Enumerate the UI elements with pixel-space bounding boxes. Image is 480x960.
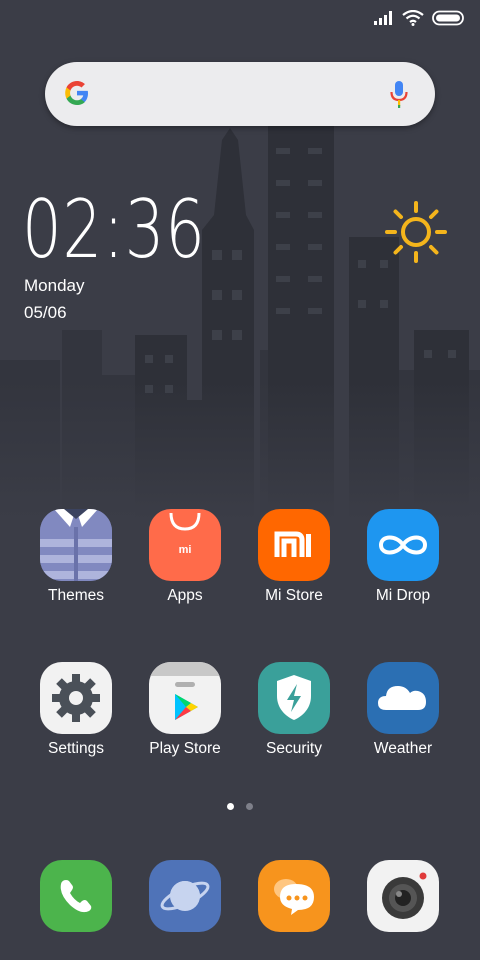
camera-icon (367, 860, 439, 932)
app-settings[interactable]: Settings (21, 662, 131, 758)
app-security[interactable]: Security (239, 662, 349, 758)
page-dot[interactable] (246, 803, 253, 810)
app-label: Weather (373, 740, 433, 757)
settings-icon (40, 662, 112, 734)
dock-phone[interactable] (21, 860, 131, 932)
app-label: Themes (48, 587, 104, 604)
battery-icon (432, 10, 464, 26)
app-mi-store[interactable]: Mi Store (239, 509, 349, 605)
google-search-bar[interactable] (45, 62, 435, 126)
app-themes[interactable]: Themes (21, 509, 131, 605)
apps-icon: mi (149, 509, 221, 581)
dock-browser[interactable] (130, 860, 240, 932)
sun-icon[interactable] (384, 200, 448, 264)
app-label: Apps (167, 587, 203, 604)
app-play-store[interactable]: Play Store (130, 662, 240, 758)
mic-icon[interactable] (389, 79, 409, 109)
page-dot-active[interactable] (227, 803, 234, 810)
browser-icon (149, 860, 221, 932)
app-label: Settings (47, 740, 104, 757)
dock-camera[interactable] (348, 860, 458, 932)
page-indicator[interactable] (0, 803, 480, 810)
app-weather[interactable]: Weather (348, 662, 458, 758)
play-store-icon (149, 662, 221, 734)
mi-drop-icon (367, 509, 439, 581)
google-logo-icon (65, 81, 88, 105)
mi-store-icon (258, 509, 330, 581)
mi-logo-text: mi (179, 544, 192, 556)
clock-date: 05/06 (24, 303, 67, 322)
weather-icon (367, 662, 439, 734)
app-label: Mi Drop (375, 587, 431, 604)
app-label: Mi Store (265, 587, 323, 604)
security-icon (258, 662, 330, 734)
phone-icon (40, 860, 112, 932)
status-bar (374, 8, 466, 28)
clock-time[interactable]: 02:36 (22, 190, 206, 270)
app-label: Security (266, 740, 322, 757)
signal-icon (374, 11, 392, 25)
clock-day: Monday (24, 276, 85, 295)
app-mi-drop[interactable]: Mi Drop (348, 509, 458, 605)
dock-messages[interactable] (239, 860, 349, 932)
messages-icon (258, 860, 330, 932)
wifi-icon (402, 10, 424, 26)
app-label: Play Store (149, 740, 221, 757)
app-apps[interactable]: mi Apps (130, 509, 240, 605)
themes-icon (40, 509, 112, 581)
